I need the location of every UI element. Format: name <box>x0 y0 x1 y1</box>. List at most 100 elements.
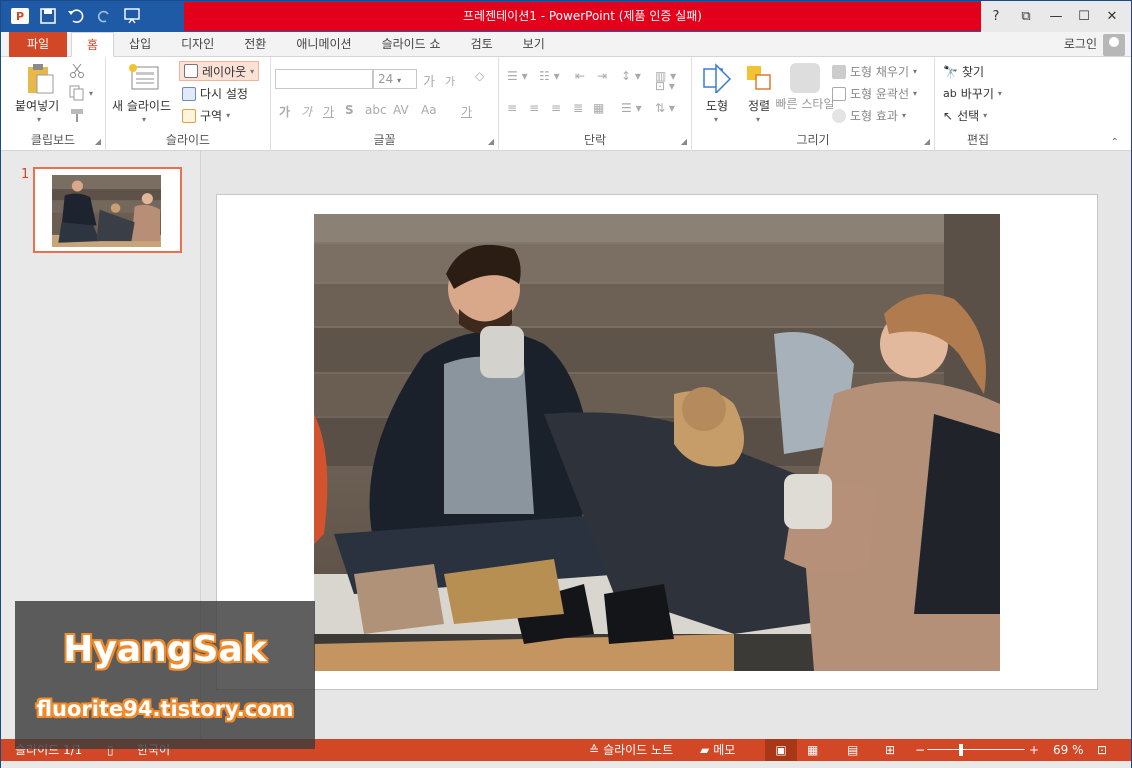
paragraph-launcher-icon[interactable]: ◢ <box>681 137 687 146</box>
align-left-icon[interactable]: ≡ <box>507 101 517 115</box>
increase-indent-icon[interactable]: ⇥ <box>597 69 607 83</box>
drawing-launcher-icon[interactable]: ◢ <box>924 137 930 146</box>
spacing-button[interactable]: AV <box>393 103 409 117</box>
select-button[interactable]: ↖ 선택 ▾ <box>943 107 987 124</box>
shapes-button[interactable]: 도형 <box>706 97 728 114</box>
shape-effects-button[interactable]: 도형 효과 ▾ <box>832 107 906 124</box>
zoom-in-button[interactable]: + <box>1029 739 1039 761</box>
layout-icon <box>184 64 198 78</box>
replace-button[interactable]: ab 바꾸기 ▾ <box>943 85 1002 102</box>
quick-styles-button[interactable]: 빠른 스타일 <box>776 97 835 112</box>
grow-font-button[interactable]: 가 <box>423 71 435 90</box>
distribute-icon[interactable]: ▦ <box>593 101 604 115</box>
arrange-button[interactable]: 정렬 <box>748 97 770 114</box>
align-text-icon[interactable]: ☰ ▾ <box>621 101 642 115</box>
italic-button[interactable]: 가 <box>301 103 312 120</box>
tab-file[interactable]: 파일 <box>9 32 67 57</box>
maximize-button[interactable]: ☐ <box>1071 5 1097 27</box>
justify-icon[interactable]: ≣ <box>573 101 583 115</box>
strikethrough-button[interactable]: abc <box>365 103 387 117</box>
reading-view-icon[interactable]: ▤ <box>847 739 858 761</box>
new-slide-button[interactable]: 새 슬라이드 <box>112 97 171 114</box>
slide-thumbnail[interactable] <box>33 167 182 253</box>
line-spacing-icon[interactable]: ↕ ▾ <box>621 69 641 83</box>
tab-4[interactable]: 애니메이션 <box>281 32 366 57</box>
layout-button[interactable]: 레이아웃 ▾ <box>179 61 260 81</box>
save-icon[interactable] <box>37 5 59 27</box>
help-icon[interactable]: ? <box>983 5 1009 27</box>
shape-outline-button[interactable]: 도형 윤곽선 ▾ <box>832 85 917 102</box>
ribbon-display-icon[interactable]: ⧉ <box>1013 5 1039 27</box>
sorter-view-icon[interactable]: ▦ <box>807 739 818 761</box>
redo-icon[interactable] <box>93 5 115 27</box>
font-launcher-icon[interactable]: ◢ <box>488 137 494 146</box>
powerpoint-logo-icon[interactable]: P <box>9 5 31 27</box>
new-slide-dropdown-icon[interactable]: ▾ <box>142 115 146 124</box>
bold-button[interactable]: 가 <box>279 103 290 120</box>
avatar[interactable] <box>1103 34 1125 56</box>
shrink-font-button[interactable]: 가 <box>445 73 455 89</box>
change-case-button[interactable]: Aa <box>421 103 437 117</box>
shadow-button[interactable]: S <box>345 103 354 117</box>
cut-icon[interactable] <box>69 63 85 79</box>
font-size-combo[interactable]: 24 ▾ <box>373 69 417 89</box>
close-button[interactable]: ✕ <box>1099 5 1125 27</box>
font-color-button[interactable]: 가 <box>461 103 472 120</box>
powerpoint-window: P 프레젠테이션1 - PowerPoint (제품 인증 실패) ? ⧉ — … <box>0 0 1132 768</box>
find-label: 찾기 <box>961 65 985 79</box>
clipboard-launcher-icon[interactable]: ◢ <box>95 137 101 146</box>
watermark: HyangSak fluorite94.tistory.com <box>15 601 315 749</box>
shape-fill-button[interactable]: 도형 채우기 ▾ <box>832 63 917 80</box>
arrange-dropdown-icon[interactable]: ▾ <box>756 115 760 124</box>
clipboard-group-label: 클립보드 <box>30 133 76 147</box>
bullets-icon[interactable]: ☰ ▾ <box>507 69 528 83</box>
section-button[interactable]: 구역 ▾ <box>182 107 230 124</box>
slide-photo[interactable] <box>314 214 1000 671</box>
align-text-vertical-icon[interactable]: ⊡ ▾ <box>655 79 675 93</box>
quick-styles-icon[interactable] <box>790 63 820 93</box>
reset-label: 다시 설정 <box>200 87 248 101</box>
slide-canvas[interactable] <box>216 194 1098 690</box>
comments-button[interactable]: ▰ 메모 <box>700 739 735 761</box>
paste-button[interactable]: 붙여넣기 <box>15 97 59 114</box>
align-center-icon[interactable]: ≡ <box>529 101 539 115</box>
tab-3[interactable]: 전환 <box>229 32 281 57</box>
tab-1[interactable]: 삽입 <box>114 32 166 57</box>
zoom-level[interactable]: 69 % <box>1053 739 1084 761</box>
slideshow-view-icon[interactable]: ⊞ <box>885 739 895 761</box>
new-slide-icon[interactable] <box>128 63 160 91</box>
tab-0[interactable]: 홈 <box>71 32 115 57</box>
paste-dropdown-icon[interactable]: ▾ <box>37 115 41 124</box>
normal-view-icon[interactable]: ▣ <box>765 739 797 761</box>
undo-icon[interactable] <box>65 5 87 27</box>
window-controls: ? ⧉ — ☐ ✕ <box>981 1 1131 32</box>
tab-2[interactable]: 디자인 <box>166 32 229 57</box>
underline-button[interactable]: 가 <box>323 103 334 120</box>
zoom-slider[interactable] <box>927 739 1025 761</box>
find-button[interactable]: 🔭 찾기 <box>943 63 984 80</box>
numbering-icon[interactable]: ☷ ▾ <box>539 69 560 83</box>
clear-format-icon[interactable]: ◇ <box>475 69 484 83</box>
shapes-dropdown-icon[interactable]: ▾ <box>714 115 718 124</box>
paste-icon[interactable] <box>25 63 55 95</box>
tab-6[interactable]: 검토 <box>456 32 508 57</box>
shapes-icon[interactable] <box>702 63 732 95</box>
reset-button[interactable]: 다시 설정 <box>182 85 248 102</box>
notes-button[interactable]: ≙ 슬라이드 노트 <box>589 739 673 761</box>
decrease-indent-icon[interactable]: ⇤ <box>575 69 585 83</box>
minimize-button[interactable]: — <box>1043 5 1069 27</box>
format-painter-icon[interactable] <box>69 107 85 123</box>
notes-icon: ≙ <box>589 743 600 757</box>
present-icon[interactable] <box>121 5 143 27</box>
text-direction-icon[interactable]: ⇅ ▾ <box>655 101 675 115</box>
tab-5[interactable]: 슬라이드 쇼 <box>367 32 456 57</box>
tab-7[interactable]: 보기 <box>508 32 560 57</box>
fit-slide-icon[interactable]: ⊡ <box>1097 739 1107 761</box>
collapse-ribbon-icon[interactable]: ⌃ <box>1111 137 1119 148</box>
login-link[interactable]: 로그인 <box>1064 32 1097 57</box>
font-name-combo[interactable] <box>275 69 373 89</box>
align-right-icon[interactable]: ≡ <box>551 101 561 115</box>
copy-icon[interactable]: ▾ <box>69 85 93 101</box>
arrange-icon[interactable] <box>744 63 774 93</box>
zoom-out-button[interactable]: − <box>915 739 925 761</box>
